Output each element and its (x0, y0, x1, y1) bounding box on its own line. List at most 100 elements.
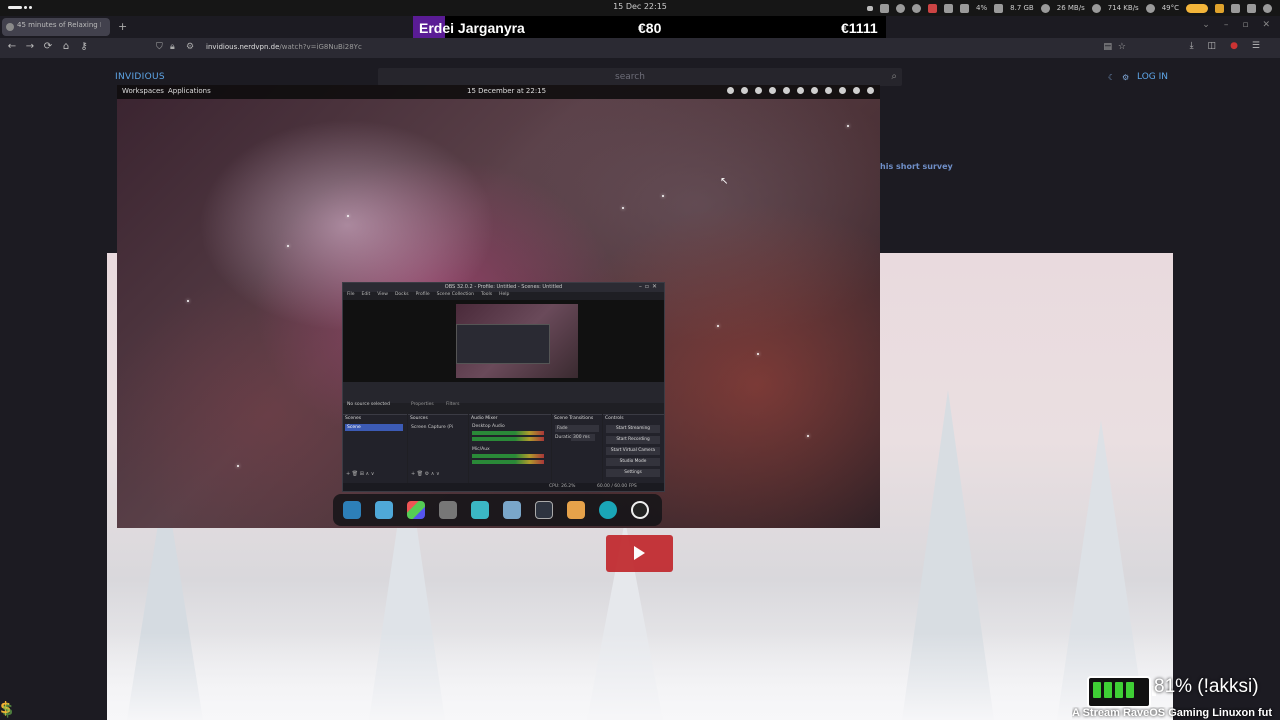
maximize-icon[interactable]: ▫ (1242, 20, 1248, 30)
obs-window-controls[interactable]: –▫✕ (639, 283, 660, 290)
downloads-icon[interactable]: ⤓ (1190, 41, 1194, 51)
dollar-icon: $ $ (0, 698, 14, 719)
source-item[interactable]: Screen Capture (Pi (411, 425, 453, 430)
tab-list-icon[interactable]: ⌄ (1202, 20, 1210, 30)
survey-link[interactable]: his short survey (880, 162, 953, 171)
tray-icon[interactable] (783, 87, 790, 94)
text-editor-icon[interactable] (503, 501, 521, 519)
forward-button[interactable]: → (24, 41, 36, 52)
workspaces-menu[interactable]: Workspaces (122, 87, 164, 95)
obs-menu-view[interactable]: View (377, 292, 388, 300)
search-app-icon[interactable] (343, 501, 361, 519)
obs-menu-profile[interactable]: Profile (416, 292, 430, 300)
tray-icon[interactable] (811, 87, 818, 94)
obs-menu-tools[interactable]: Tools (481, 292, 492, 300)
scenes-dock: Scenes Scene + 🗑 ⊞ ∧ ∨ (343, 414, 407, 483)
obs-menu-edit[interactable]: Edit (362, 292, 371, 300)
scene-item-label: Scene (347, 425, 361, 430)
url-bar[interactable]: ⛉ 🔒︎ ⚙ invidious.nerdvpn.de/watch?v=iG8N… (150, 40, 1130, 56)
battery-cell (1104, 682, 1112, 698)
start-virtual-camera-button[interactable]: Start Virtual Camera (606, 447, 660, 455)
discord-icon[interactable] (880, 3, 890, 13)
bookmark-star-icon[interactable]: ☆ (1118, 42, 1126, 52)
shield-icon[interactable]: ⛉ (156, 42, 163, 52)
search-icon[interactable]: ⌕ (891, 71, 897, 82)
battery-cell (1115, 682, 1123, 698)
start-virtual-camera-label: Start Virtual Camera (610, 448, 656, 453)
obs-menu-docks[interactable]: Docks (395, 292, 409, 300)
filters-button[interactable]: Filters (446, 402, 460, 407)
power-icon[interactable] (867, 87, 874, 94)
obs-menu-file[interactable]: File (347, 292, 355, 300)
tray-icon[interactable] (853, 87, 860, 94)
app-grid-icon[interactable] (407, 501, 425, 519)
close-icon[interactable]: ✕ (1262, 20, 1270, 30)
browser-app-icon[interactable] (599, 501, 617, 519)
obs-app-icon[interactable] (631, 501, 649, 519)
scene-add-remove-icons[interactable]: + 🗑 ⊞ ∧ ∨ (346, 471, 374, 477)
browser-tab[interactable]: 45 minutes of Relaxing F (2, 18, 110, 36)
workspace-indicator[interactable] (8, 6, 32, 9)
battery-percentage: 81% (!akksi) (1154, 676, 1259, 697)
reader-view-icon[interactable]: ▤ (1103, 42, 1112, 52)
terminal-icon[interactable] (535, 501, 553, 519)
start-recording-button[interactable]: Start Recording (606, 436, 660, 444)
tray-icon[interactable] (839, 87, 846, 94)
obs-preview[interactable] (343, 300, 664, 382)
start-streaming-button[interactable]: Start Streaming (606, 425, 660, 433)
menu-icon[interactable]: ☰ (1252, 41, 1260, 51)
chrome-icon[interactable] (896, 3, 906, 13)
search-input[interactable]: search ⌕ (378, 68, 902, 86)
desktop-clock[interactable]: 15 December at 22:15 (467, 87, 546, 95)
start-recording-label: Start Recording (616, 437, 650, 442)
duration-input[interactable]: 300 ms (571, 434, 595, 441)
source-add-remove-icons[interactable]: + 🗑 ⚙ ∧ ∨ (411, 471, 440, 477)
settings-button[interactable]: Settings (606, 469, 660, 477)
properties-button[interactable]: Properties (411, 402, 434, 407)
microphone-icon[interactable] (1215, 3, 1224, 13)
lock-icon[interactable]: 🔒︎ (170, 42, 175, 52)
tray-icon[interactable] (825, 87, 832, 94)
steam-icon[interactable] (912, 3, 922, 13)
obs-window[interactable]: OBS 32.0.2 - Profile: Untitled - Scenes:… (342, 282, 665, 492)
obs-menu-scene-collection[interactable]: Scene Collection (437, 292, 474, 300)
settings-app-icon[interactable] (439, 501, 457, 519)
theme-toggle-icon[interactable]: ☾ (1108, 73, 1115, 82)
heart-icon[interactable] (928, 3, 938, 13)
tray-icon[interactable] (769, 87, 776, 94)
extensions-icon[interactable]: ◫ (1208, 41, 1217, 51)
toggle-pill[interactable] (1186, 3, 1208, 13)
sources-dock: Sources Screen Capture (Pi + 🗑 ⚙ ∧ ∨ (408, 414, 468, 483)
store-app-icon[interactable] (567, 501, 585, 519)
files-icon[interactable] (471, 501, 489, 519)
ublock-icon[interactable]: ● (1230, 41, 1238, 51)
power-icon[interactable] (1263, 3, 1272, 13)
tray-icon[interactable] (797, 87, 804, 94)
tray-app-icon[interactable] (944, 3, 954, 13)
eject-icon[interactable] (867, 5, 874, 11)
minimize-icon[interactable]: – (1224, 20, 1229, 30)
play-button[interactable] (606, 535, 673, 572)
scene-item[interactable]: Scene (345, 424, 403, 431)
key-icon[interactable]: ⚷ (78, 41, 90, 52)
login-link[interactable]: LOG IN (1137, 72, 1168, 82)
reload-button[interactable]: ⟳ (42, 41, 54, 52)
permissions-icon[interactable]: ⚙ (186, 42, 194, 52)
home-button[interactable]: ⌂ (60, 41, 72, 52)
obs-titlebar[interactable]: OBS 32.0.2 - Profile: Untitled - Scenes:… (343, 283, 664, 292)
settings-gear-icon[interactable]: ⚙ (1122, 73, 1129, 82)
keyboard-icon[interactable] (1231, 3, 1240, 13)
obs-menu-help[interactable]: Help (499, 292, 509, 300)
applications-menu[interactable]: Applications (168, 87, 211, 95)
back-button[interactable]: ← (6, 41, 18, 52)
invidious-logo[interactable]: INVIDIOUS (115, 72, 165, 82)
volume-icon[interactable] (1247, 3, 1256, 13)
tray-icon[interactable] (727, 87, 734, 94)
transition-select[interactable]: Fade (555, 425, 599, 432)
system-clock[interactable]: 15 Dec 22:15 (600, 2, 680, 11)
new-tab-button[interactable]: + (118, 20, 127, 33)
tray-icon[interactable] (755, 87, 762, 94)
workspace-switcher-icon[interactable] (375, 501, 393, 519)
tray-icon[interactable] (741, 87, 748, 94)
studio-mode-button[interactable]: Studio Mode (606, 458, 660, 466)
